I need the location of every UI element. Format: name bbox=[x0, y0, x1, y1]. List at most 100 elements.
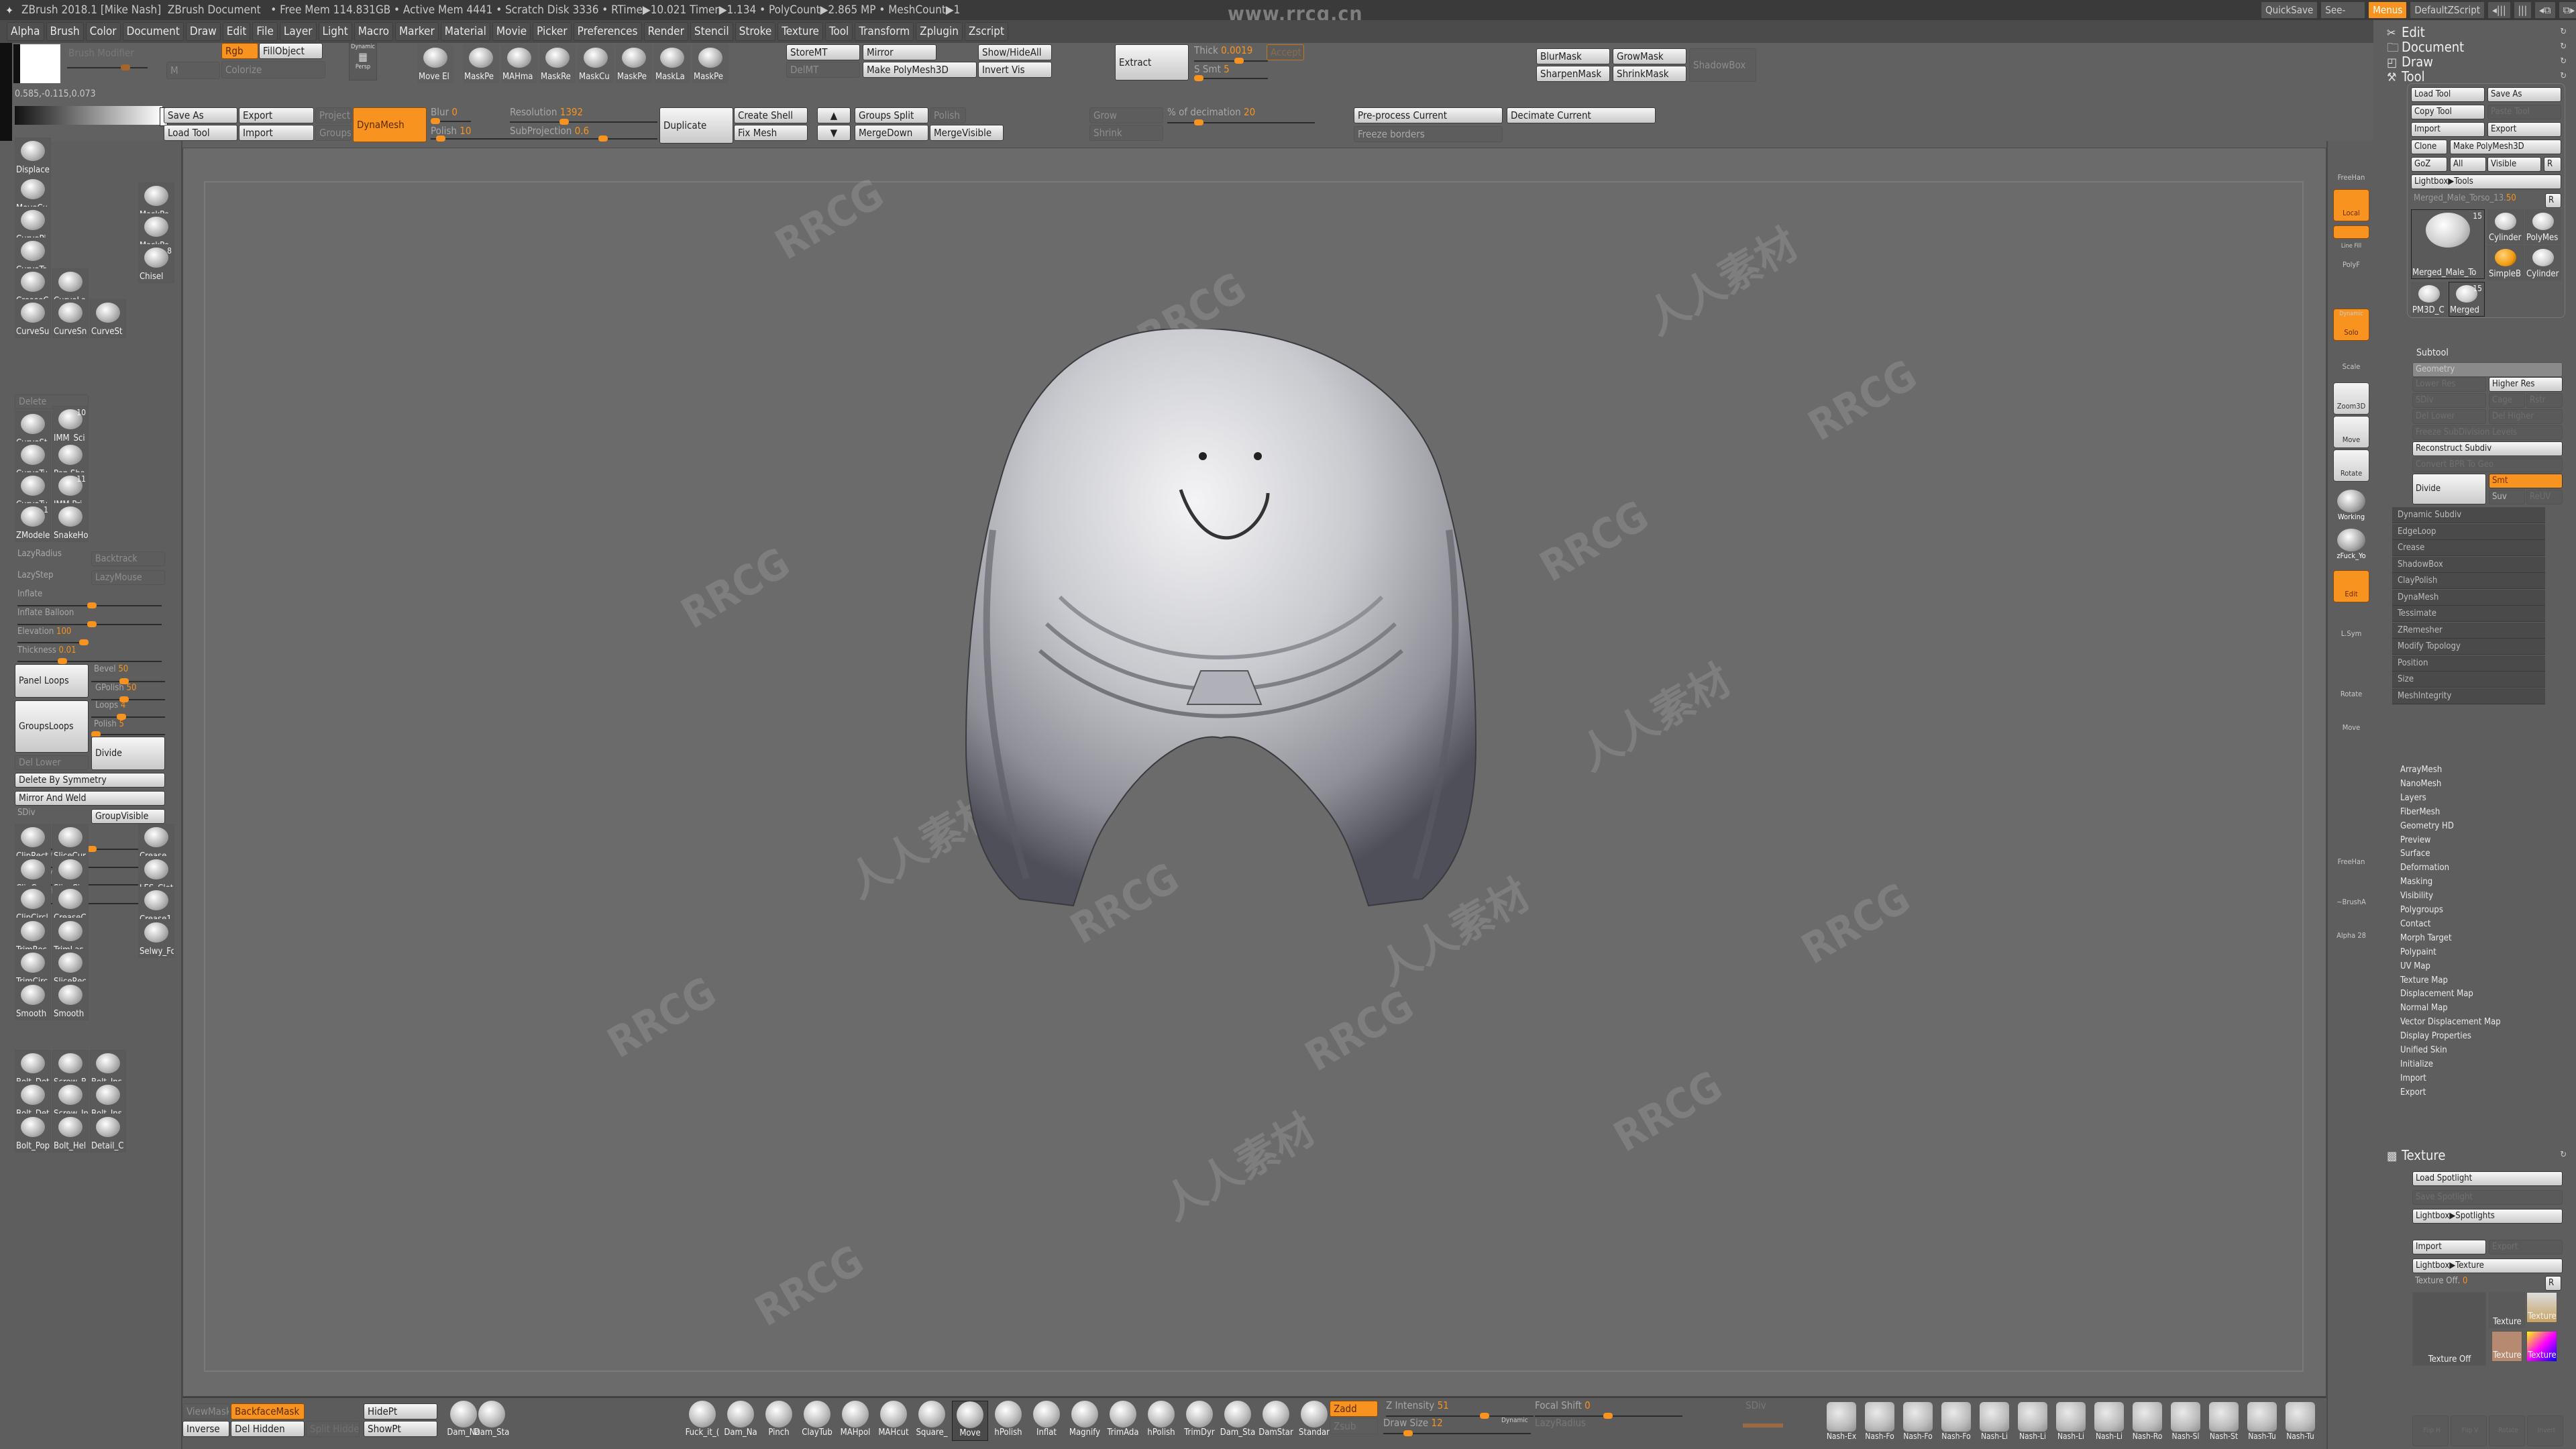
freeze-subdivision-button[interactable]: Freeze SubDivision Levels bbox=[2412, 425, 2563, 440]
fill-object-button[interactable]: FillObject bbox=[259, 43, 323, 59]
brush-item[interactable]: Displace bbox=[15, 138, 51, 176]
menu-color[interactable]: Color bbox=[85, 22, 121, 41]
merge-down-button[interactable]: MergeDown bbox=[855, 125, 928, 141]
bottom-brush-item[interactable]: Pinch bbox=[761, 1401, 797, 1441]
right-shelf-freehan-button[interactable]: FreeHan bbox=[2333, 154, 2369, 186]
color-swatch[interactable] bbox=[13, 44, 60, 83]
menu-tool[interactable]: Tool bbox=[824, 22, 853, 41]
subprojection-slider[interactable] bbox=[510, 136, 657, 142]
palette-edit[interactable]: ✂ Edit bbox=[2387, 24, 2425, 40]
sculpt-model[interactable] bbox=[953, 329, 1503, 912]
right-shelf-move-button[interactable]: Move bbox=[2333, 416, 2369, 448]
tool-subpalette-display-properties[interactable]: Display Properties bbox=[2400, 1031, 2471, 1041]
menu-picker[interactable]: Picker bbox=[533, 22, 572, 41]
default-zscript-button[interactable]: DefaultZScript bbox=[2410, 1, 2485, 19]
texture-export-button[interactable]: Export bbox=[2489, 1240, 2563, 1254]
save-as-button[interactable]: Save As bbox=[164, 107, 237, 123]
save-spotlight-button[interactable]: Save Spotlight bbox=[2412, 1190, 2563, 1205]
top-brush-item[interactable]: MaskPe bbox=[616, 44, 652, 83]
nash-brush-item[interactable]: Nash-Ex bbox=[1823, 1402, 1860, 1441]
texture-invert-button[interactable]: Invert bbox=[2527, 1415, 2563, 1446]
brush-item[interactable]: Bolt_Hel bbox=[52, 1114, 89, 1152]
nash-brush-item[interactable]: Nash-Ro bbox=[2129, 1402, 2165, 1441]
panel-loops-button[interactable]: Panel Loops bbox=[15, 664, 89, 698]
texture-thumbnail[interactable]: Texture bbox=[2491, 1331, 2522, 1362]
tool-subpalette-polypaint[interactable]: Polypaint bbox=[2400, 947, 2436, 957]
inflate-balloon-slider[interactable] bbox=[17, 621, 162, 627]
right-shelf-alpha-28-button[interactable]: Alpha 28 bbox=[2333, 912, 2369, 945]
tool-thumbnail[interactable]: 15 Merged_Male_To bbox=[2411, 209, 2485, 279]
menu-file[interactable]: File bbox=[252, 22, 278, 41]
right-shelf-freehan-button[interactable]: FreeHan bbox=[2333, 839, 2369, 871]
palette-reset-icon[interactable]: ↻ bbox=[2560, 27, 2567, 37]
bottom-brush-item[interactable]: ClayTub bbox=[799, 1401, 835, 1441]
load-tool-button[interactable]: Load Tool bbox=[164, 125, 237, 141]
geometry-item-modify-topology[interactable]: Modify Topology bbox=[2392, 639, 2545, 655]
merge-visible-button[interactable]: MergeVisible bbox=[930, 125, 1004, 141]
texture-thumbnail[interactable]: Texture bbox=[2489, 1292, 2525, 1328]
nash-brush-item[interactable]: Nash-Fo bbox=[1900, 1402, 1936, 1441]
thickness-slider[interactable] bbox=[17, 658, 162, 664]
brush-item[interactable]: Smooth bbox=[15, 981, 51, 1020]
texture-thumbnail[interactable]: Texture bbox=[2526, 1292, 2557, 1323]
tool-subpalette-export[interactable]: Export bbox=[2400, 1087, 2426, 1097]
decimate-current-button[interactable]: Decimate Current bbox=[1507, 107, 1656, 123]
tool-subpalette-vector-displacement-map[interactable]: Vector Displacement Map bbox=[2400, 1017, 2501, 1027]
menus-toggle[interactable]: Menus bbox=[2368, 1, 2408, 19]
tool-thumbnail[interactable]: 15 Merged bbox=[2449, 282, 2485, 317]
view-mask-button[interactable]: ViewMask bbox=[182, 1403, 229, 1419]
tool-subpalette-masking[interactable]: Masking bbox=[2400, 877, 2432, 887]
tool-subpalette-contact[interactable]: Contact bbox=[2400, 919, 2431, 929]
delete-by-symmetry-button[interactable]: Delete By Symmetry bbox=[15, 773, 165, 788]
tool-subpalette-nanomesh[interactable]: NanoMesh bbox=[2400, 779, 2441, 789]
top-brush-item[interactable]: MaskCu bbox=[578, 44, 614, 83]
brush-item[interactable]: CurveSn bbox=[52, 299, 89, 338]
right-shelf-zoom3d-button[interactable]: Zoom3D bbox=[2333, 382, 2369, 415]
texture-r-button[interactable]: R bbox=[2545, 1276, 2561, 1291]
lazymouse-button[interactable]: LazyMouse bbox=[91, 570, 165, 585]
palette-reset-icon[interactable]: ↻ bbox=[2560, 56, 2567, 66]
create-shell-button[interactable]: Create Shell bbox=[734, 107, 808, 123]
geometry-item-dynamesh[interactable]: DynaMesh bbox=[2392, 589, 2545, 606]
menu-brush[interactable]: Brush bbox=[46, 22, 84, 41]
brush-item[interactable]: 8 Chisel bbox=[138, 244, 174, 283]
import-button[interactable]: Import bbox=[239, 125, 314, 141]
menu-zplugin[interactable]: Zplugin bbox=[916, 22, 963, 41]
draw-size-slider[interactable] bbox=[1383, 1430, 1531, 1436]
geometry-item-claypolish[interactable]: ClayPolish bbox=[2392, 573, 2545, 589]
geometry-item-edgeloop[interactable]: EdgeLoop bbox=[2392, 523, 2545, 540]
convert-bpr-button[interactable]: Convert BPR To Geo bbox=[2412, 458, 2563, 472]
zadd-button[interactable]: Zadd bbox=[1330, 1401, 1378, 1417]
tool-subpalette-arraymesh[interactable]: ArrayMesh bbox=[2400, 765, 2442, 775]
visible-button[interactable]: Visible bbox=[2487, 157, 2541, 172]
divide-button[interactable]: Divide bbox=[91, 737, 165, 770]
blur-mask-button[interactable]: BlurMask bbox=[1536, 48, 1610, 64]
higher-res-button[interactable]: Higher Res bbox=[2489, 377, 2563, 392]
menu-alpha[interactable]: Alpha bbox=[7, 22, 44, 41]
brush-item[interactable]: 10 IMM_Sci bbox=[52, 406, 89, 445]
tool-subpalette-texture-map[interactable]: Texture Map bbox=[2400, 975, 2448, 985]
goz-button[interactable]: GoZ bbox=[2411, 157, 2447, 172]
tray-right-icon[interactable]: |||▸ bbox=[2513, 1, 2532, 32]
del-hidden-button[interactable]: Del Hidden bbox=[231, 1421, 305, 1437]
bottom-brush-item[interactable]: Inflat bbox=[1028, 1401, 1065, 1441]
top-brush-item[interactable]: MaskPe bbox=[463, 44, 499, 83]
brush-item[interactable]: Smooth bbox=[52, 981, 89, 1020]
brush-item[interactable]: Bolt_Pop bbox=[15, 1114, 51, 1152]
tool-subpalette-fibermesh[interactable]: FiberMesh bbox=[2400, 807, 2440, 817]
blur-slider[interactable] bbox=[431, 118, 471, 124]
shrink-button[interactable]: Shrink bbox=[1089, 125, 1163, 141]
texture-off-slider[interactable]: Texture Off. 0 bbox=[2415, 1276, 2467, 1286]
bottom-brush-item[interactable]: TrimAda bbox=[1105, 1401, 1141, 1441]
right-shelf-move-button[interactable]: Move bbox=[2333, 704, 2369, 737]
export-button[interactable]: Export bbox=[2487, 122, 2561, 137]
menu-texture[interactable]: Texture bbox=[777, 22, 823, 41]
right-shelf-solo-button[interactable]: Dynamic Solo bbox=[2333, 309, 2369, 341]
palette-reset-icon[interactable]: ↻ bbox=[2560, 71, 2567, 81]
resolution-slider[interactable] bbox=[510, 119, 657, 125]
colorize-button[interactable]: Colorize bbox=[221, 61, 325, 78]
del-higher-button[interactable]: Del Higher bbox=[2489, 409, 2563, 424]
top-brush-item[interactable]: MaskLa bbox=[654, 44, 690, 83]
menu-stencil[interactable]: Stencil bbox=[690, 22, 733, 41]
clone-button[interactable]: Clone bbox=[2411, 140, 2447, 154]
